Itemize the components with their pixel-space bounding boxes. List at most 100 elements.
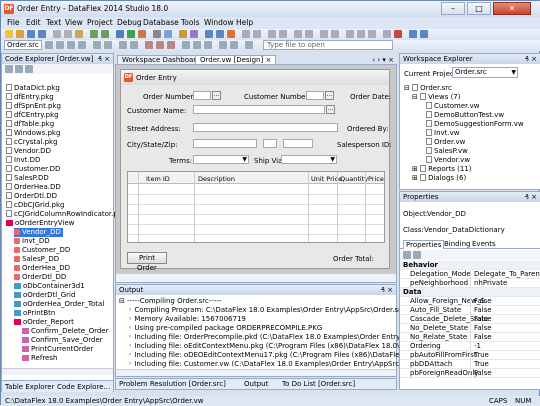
tree-item[interactable]: oOrderHea_Order_Total bbox=[14, 300, 104, 309]
bookmark-icon[interactable] bbox=[179, 30, 187, 38]
save-icon[interactable] bbox=[27, 30, 35, 38]
tree-item[interactable]: Invt.DD bbox=[6, 156, 40, 165]
tree-item[interactable]: Customer.vw bbox=[426, 102, 479, 111]
output-pin[interactable]: ₰ × bbox=[380, 285, 393, 295]
find-icon[interactable] bbox=[153, 30, 161, 38]
compile-icon[interactable] bbox=[116, 30, 124, 38]
debug-icon[interactable] bbox=[138, 30, 146, 38]
customer-number-field[interactable] bbox=[306, 91, 324, 100]
prop-value[interactable]: False bbox=[470, 306, 540, 315]
redo-icon[interactable] bbox=[101, 30, 109, 38]
prop-row[interactable]: pbAutoFillFromFirst True bbox=[400, 351, 540, 360]
col-quantity[interactable]: Quantity bbox=[340, 175, 368, 183]
filter-icon[interactable] bbox=[15, 65, 23, 73]
horizontal-scrollbar[interactable] bbox=[116, 273, 396, 282]
grid-icon[interactable] bbox=[216, 30, 224, 38]
tool-b-icon[interactable] bbox=[331, 30, 339, 38]
tree-item[interactable]: Confirm_Delete_Order bbox=[22, 327, 108, 336]
prop-value[interactable]: False bbox=[470, 369, 540, 378]
tree-item[interactable]: dfCEntry.pkg bbox=[6, 111, 59, 120]
tree-item-selected[interactable]: Vendor_DD bbox=[14, 228, 63, 237]
comment-icon[interactable] bbox=[268, 30, 276, 38]
order-number-lookup[interactable]: ... bbox=[212, 91, 221, 100]
horizontal-scrollbar[interactable] bbox=[2, 368, 113, 375]
space-a-icon[interactable] bbox=[219, 41, 227, 49]
menu-file[interactable]: File bbox=[7, 18, 20, 27]
tree-item[interactable]: Customer_DD bbox=[14, 246, 70, 255]
tree-item[interactable]: dfEntry.pkg bbox=[6, 93, 54, 102]
tool-f-icon[interactable] bbox=[383, 30, 391, 38]
expand-icon[interactable] bbox=[25, 65, 33, 73]
tab-events[interactable]: Events bbox=[472, 240, 496, 248]
prop-group-data[interactable]: Data bbox=[400, 288, 540, 297]
tree-item[interactable]: Invt.vw bbox=[426, 129, 459, 138]
prop-value[interactable]: False bbox=[470, 315, 540, 324]
studio-icon[interactable] bbox=[190, 30, 198, 38]
table-icon[interactable] bbox=[205, 30, 213, 38]
workspace-pin[interactable]: ₰ × bbox=[524, 54, 537, 64]
tab-code-explorer[interactable]: Code Explore... bbox=[57, 383, 110, 391]
tree-item[interactable]: oPrintBtn bbox=[14, 309, 55, 318]
tree-item[interactable]: DataDict.pkg bbox=[6, 84, 60, 93]
prop-group-behavior[interactable]: Behavior bbox=[400, 261, 540, 270]
tab-workspace-dashboard[interactable]: Workspace Dashboard bbox=[117, 55, 206, 64]
layout-a-icon[interactable] bbox=[145, 41, 153, 49]
customer-number-lookup[interactable]: ... bbox=[325, 91, 334, 100]
undo-icon[interactable] bbox=[90, 30, 98, 38]
menu-tools[interactable]: Tools bbox=[181, 18, 199, 27]
tool-e-icon[interactable] bbox=[368, 30, 376, 38]
tree-item[interactable]: SalesP_DD bbox=[14, 255, 59, 264]
prop-row[interactable]: Ordering -1 bbox=[400, 342, 540, 351]
terms-select[interactable]: ▼ bbox=[193, 155, 249, 164]
tree-item[interactable]: OrderHea_DD bbox=[14, 264, 70, 273]
replace-icon[interactable] bbox=[164, 30, 172, 38]
save-all-icon[interactable] bbox=[38, 30, 46, 38]
tree-item[interactable]: DemoButtonTest.vw bbox=[426, 111, 504, 120]
sort-icon[interactable] bbox=[5, 65, 13, 73]
tab-binding[interactable]: Binding bbox=[444, 240, 470, 248]
customer-name-lookup[interactable]: ... bbox=[326, 105, 335, 114]
nav-back-icon[interactable] bbox=[45, 41, 53, 49]
breakpoint-icon[interactable] bbox=[104, 41, 112, 49]
menu-help[interactable]: Help bbox=[236, 18, 253, 27]
paste-icon[interactable] bbox=[75, 30, 83, 38]
tool-a-icon[interactable] bbox=[320, 30, 328, 38]
align-icon[interactable] bbox=[305, 30, 313, 38]
alphabetical-icon[interactable] bbox=[413, 251, 421, 259]
menu-text[interactable]: Text bbox=[46, 18, 61, 27]
size-c-icon[interactable] bbox=[204, 41, 212, 49]
col-description[interactable]: Description bbox=[198, 175, 235, 183]
tree-item[interactable]: oDbContainer3d1 bbox=[14, 282, 85, 291]
tab-order-design[interactable]: Order.vw [Design] × bbox=[195, 55, 277, 64]
tree-item[interactable]: ⊟ Order.src bbox=[404, 84, 452, 93]
city-field[interactable] bbox=[193, 139, 257, 148]
report-icon[interactable] bbox=[227, 30, 235, 38]
maximize-button[interactable]: □ bbox=[467, 2, 491, 15]
tree-item[interactable]: oOrderEntryView bbox=[6, 219, 74, 228]
prop-value[interactable]: -1 bbox=[470, 342, 540, 351]
project-select[interactable]: Order.src bbox=[4, 40, 42, 50]
tree-item[interactable]: cCJGridColumnRowIndicator.p bbox=[6, 210, 118, 219]
uncomment-icon[interactable] bbox=[279, 30, 287, 38]
layout-b-icon[interactable] bbox=[156, 41, 164, 49]
tree-item[interactable]: Vendor.DD bbox=[6, 147, 51, 156]
nav-forward-icon[interactable] bbox=[56, 41, 64, 49]
prop-row[interactable]: Delegation_Mode Delegate_To_Parent bbox=[400, 270, 540, 279]
tool-d-icon[interactable] bbox=[357, 30, 365, 38]
customer-name-field[interactable] bbox=[193, 105, 325, 114]
watch-icon[interactable] bbox=[119, 41, 127, 49]
tree-item[interactable]: OrderDtl_DD bbox=[14, 273, 66, 282]
code-explorer-pin[interactable]: ₰ × bbox=[97, 54, 110, 64]
tree-item[interactable]: cDbCJGrid.pkg bbox=[6, 201, 65, 210]
zip-field[interactable] bbox=[283, 139, 313, 148]
tree-item[interactable]: Windows.pkg bbox=[6, 129, 60, 138]
tab-problem-resolution[interactable]: Problem Resolution [Order.src] bbox=[119, 379, 226, 389]
tree-item[interactable]: dfSpnEnt.pkg bbox=[6, 102, 61, 111]
outdent-icon[interactable] bbox=[253, 30, 261, 38]
tree-item[interactable]: DemoSuggestionForm.vw bbox=[426, 120, 524, 129]
tab-todo[interactable]: To Do List [Order.src] bbox=[282, 379, 355, 389]
tree-item[interactable]: oOrder_Report bbox=[14, 318, 74, 327]
format-icon[interactable] bbox=[294, 30, 302, 38]
tree-item[interactable]: Order.vw bbox=[426, 138, 465, 147]
step-into-icon[interactable] bbox=[67, 41, 75, 49]
